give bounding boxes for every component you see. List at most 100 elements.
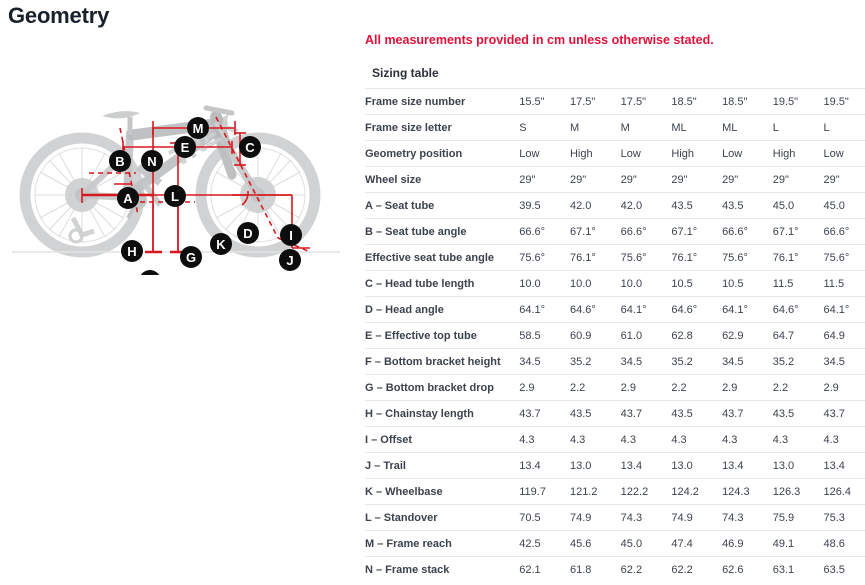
table-cell: 4.3 — [772, 426, 824, 453]
table-cell: Low — [722, 140, 773, 167]
row-label: Effective seat tube angle — [365, 244, 520, 271]
table-row: G – Bottom bracket drop 2.9 2.2 2.9 2.2 2.9 2.… — [365, 374, 865, 401]
row-label: F – Bottom bracket height — [365, 348, 520, 375]
table-cell: 17.5" — [620, 88, 672, 115]
table-cell: 62.1 — [519, 556, 570, 583]
table-cell: 35.2 — [569, 348, 621, 375]
table-cell: 62.6 — [722, 556, 773, 583]
table-cell: 43.5 — [772, 400, 824, 427]
table-cell: 66.6° — [519, 218, 570, 245]
table-cell: 18.5" — [722, 88, 773, 115]
table-cell: 2.9 — [519, 374, 570, 401]
svg-text:I: I — [289, 228, 293, 243]
callout-badge-N: N — [141, 150, 163, 172]
callout-badge-G: G — [180, 246, 202, 268]
table-cell: 122.2 — [620, 478, 672, 505]
table-cell: 4.3 — [823, 426, 865, 453]
table-cell: 124.2 — [671, 478, 723, 505]
row-label: G – Bottom bracket drop — [365, 374, 520, 401]
table-cell: 61.0 — [620, 322, 672, 349]
table-cell: 39.5 — [519, 192, 570, 219]
table-cell: 43.5 — [722, 192, 773, 219]
table-row: A – Seat tube 39.5 42.0 42.0 43.5 43.5 45.0 45.… — [365, 192, 865, 219]
table-cell: L — [772, 114, 824, 141]
table-cell: 11.5 — [772, 270, 824, 297]
row-label: Wheel size — [365, 166, 520, 193]
svg-text:B: B — [115, 154, 124, 169]
table-cell: 13.4 — [519, 452, 570, 479]
table-cell: 13.4 — [722, 452, 773, 479]
table-cell: 75.6° — [620, 244, 672, 271]
table-cell: 29" — [823, 166, 865, 193]
table-cell: 64.1° — [823, 296, 865, 323]
table-cell: 45.6 — [569, 530, 621, 557]
sizing-table-scroll-area[interactable]: Frame size number 15.5" 17.5" 17.5" 18.5" 18.… — [365, 88, 865, 583]
table-cell: 10.5 — [722, 270, 773, 297]
sizing-panel: All measurements provided in cm unless o… — [360, 0, 865, 585]
table-cell: 124.3 — [722, 478, 773, 505]
table-cell: 75.6° — [519, 244, 570, 271]
callout-badge-M: M — [187, 117, 209, 139]
table-cell: 62.2 — [671, 556, 723, 583]
table-cell: 126.4 — [823, 478, 865, 505]
table-cell: 45.0 — [620, 530, 672, 557]
table-cell: 67.1° — [569, 218, 621, 245]
table-cell: 29" — [569, 166, 621, 193]
row-label: L – Standover — [365, 504, 520, 531]
table-cell: 49.1 — [772, 530, 824, 557]
table-cell: 45.0 — [823, 192, 865, 219]
table-cell: 29" — [722, 166, 773, 193]
svg-text:F: F — [146, 274, 154, 275]
table-cell: 60.9 — [569, 322, 621, 349]
svg-text:J: J — [286, 253, 293, 268]
row-label: I – Offset — [365, 426, 520, 453]
table-row: B – Seat tube angle 66.6° 67.1° 66.6° 67.1° 6… — [365, 218, 865, 245]
table-cell: M — [620, 114, 672, 141]
table-cell: 34.5 — [823, 348, 865, 375]
table-cell: 34.5 — [620, 348, 672, 375]
svg-text:E: E — [181, 140, 190, 155]
table-cell: 76.1° — [671, 244, 723, 271]
table-cell: 47.4 — [671, 530, 723, 557]
table-cell: 66.6° — [722, 218, 773, 245]
row-label: J – Trail — [365, 452, 520, 479]
row-label: K – Wheelbase — [365, 478, 520, 505]
sizing-table: Frame size number 15.5" 17.5" 17.5" 18.5" 18.… — [365, 88, 865, 583]
table-cell: 64.6° — [671, 296, 723, 323]
table-cell: 45.0 — [772, 192, 824, 219]
table-cell: High — [569, 140, 621, 167]
table-cell: 67.1° — [772, 218, 824, 245]
table-cell: 64.6° — [772, 296, 824, 323]
table-cell: 10.0 — [519, 270, 570, 297]
table-cell: 43.5 — [671, 192, 723, 219]
table-cell: 76.1° — [772, 244, 824, 271]
table-row: Geometry position Low High Low High Low High Lo… — [365, 140, 865, 167]
table-row: L – Standover 70.5 74.9 74.3 74.9 74.3 75.9 75.… — [365, 504, 865, 531]
callout-badge-H: H — [121, 240, 143, 262]
table-cell: 64.6° — [569, 296, 621, 323]
table-cell: 42.0 — [569, 192, 621, 219]
table-cell: 75.3 — [823, 504, 865, 531]
table-row: Frame size number 15.5" 17.5" 17.5" 18.5" 18.… — [365, 88, 865, 115]
table-cell: 62.8 — [671, 322, 723, 349]
table-cell: S — [519, 114, 570, 141]
table-cell: 64.1° — [519, 296, 570, 323]
table-cell: 75.9 — [772, 504, 824, 531]
table-cell: 17.5" — [569, 88, 621, 115]
table-cell: 13.4 — [620, 452, 672, 479]
table-cell: 74.9 — [569, 504, 621, 531]
table-cell: 43.5 — [569, 400, 621, 427]
bicycle-geometry-diagram: TREK A B C D E G H I J K L M N — [10, 55, 350, 275]
sizing-table-caption: Sizing table — [372, 66, 439, 80]
table-cell: 121.2 — [569, 478, 621, 505]
row-label: H – Chainstay length — [365, 400, 520, 427]
table-row: C – Head tube length 10.0 10.0 10.0 10.5 10.5… — [365, 270, 865, 297]
table-cell: 43.7 — [620, 400, 672, 427]
table-cell: 13.0 — [671, 452, 723, 479]
table-cell: 2.9 — [620, 374, 672, 401]
table-row: Wheel size29"29"29"29"29"29"29"29" — [365, 166, 865, 193]
table-cell: ML — [722, 114, 773, 141]
table-cell: 75.6° — [722, 244, 773, 271]
table-row: Effective seat tube angle 75.6° 76.1° 75.6°… — [365, 244, 865, 271]
table-row: H – Chainstay length 43.7 43.5 43.7 43.5 43.7… — [365, 400, 865, 427]
